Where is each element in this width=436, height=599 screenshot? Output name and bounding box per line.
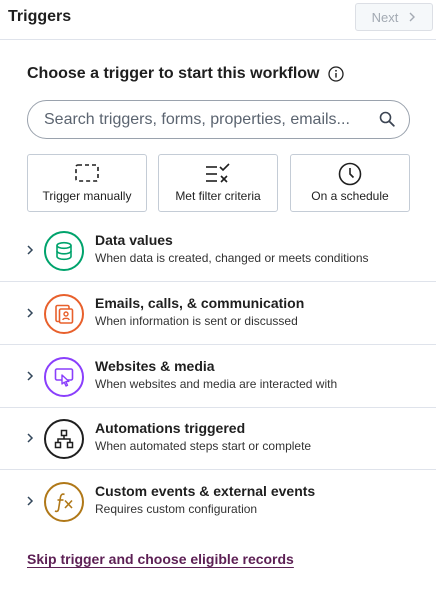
function-icon bbox=[44, 482, 84, 522]
section-heading: Choose a trigger to start this workflow bbox=[27, 65, 345, 83]
category-description: When data is created, changed or meets c… bbox=[95, 251, 369, 265]
category-custom-external-events[interactable]: Custom events & external events Requires… bbox=[0, 471, 436, 533]
chevron-right-icon bbox=[27, 308, 34, 318]
filter-check-icon bbox=[206, 163, 230, 183]
next-button-label: Next bbox=[371, 9, 399, 25]
pointer-click-icon bbox=[44, 357, 84, 397]
category-title: Websites & media bbox=[95, 358, 215, 374]
panel-title: Triggers bbox=[8, 8, 72, 25]
met-filter-criteria-card[interactable]: Met filter criteria bbox=[158, 154, 278, 212]
clock-icon bbox=[338, 162, 362, 186]
category-title: Data values bbox=[95, 232, 173, 248]
category-websites-media[interactable]: Websites & media When websites and media… bbox=[0, 346, 436, 408]
database-icon bbox=[44, 231, 84, 271]
panel-header: Triggers Next bbox=[0, 0, 436, 40]
chevron-right-icon bbox=[27, 245, 34, 255]
chevron-right-icon bbox=[27, 496, 34, 506]
next-button[interactable]: Next bbox=[355, 3, 433, 31]
search-icon[interactable] bbox=[379, 111, 395, 127]
chevron-right-icon bbox=[27, 433, 34, 443]
on-a-schedule-label: On a schedule bbox=[311, 189, 389, 203]
category-title: Emails, calls, & communication bbox=[95, 295, 305, 311]
category-data-values[interactable]: Data values When data is created, change… bbox=[0, 220, 436, 282]
search-field[interactable] bbox=[27, 100, 410, 139]
search-input[interactable] bbox=[44, 109, 364, 131]
category-description: When websites and media are interacted w… bbox=[95, 377, 338, 391]
category-automations-triggered[interactable]: Automations triggered When automated ste… bbox=[0, 408, 436, 470]
category-title: Automations triggered bbox=[95, 420, 246, 436]
workflow-tree-icon bbox=[44, 419, 84, 459]
category-emails-calls-communication[interactable]: Emails, calls, & communication When info… bbox=[0, 283, 436, 345]
trigger-manually-label: Trigger manually bbox=[42, 189, 132, 203]
section-heading-text: Choose a trigger to start this workflow bbox=[27, 65, 320, 82]
category-description: Requires custom configuration bbox=[95, 502, 258, 516]
on-a-schedule-card[interactable]: On a schedule bbox=[290, 154, 410, 212]
chevron-right-icon bbox=[27, 371, 34, 381]
category-description: When information is sent or discussed bbox=[95, 314, 298, 328]
category-title: Custom events & external events bbox=[95, 483, 316, 499]
trigger-manually-card[interactable]: Trigger manually bbox=[27, 154, 147, 212]
contact-card-icon bbox=[44, 294, 84, 334]
info-icon[interactable] bbox=[328, 66, 345, 82]
skip-trigger-link[interactable]: Skip trigger and choose eligible records bbox=[27, 551, 294, 567]
chevron-right-icon bbox=[409, 12, 416, 22]
category-description: When automated steps start or complete bbox=[95, 439, 312, 453]
met-filter-criteria-label: Met filter criteria bbox=[175, 189, 261, 203]
dashed-square-icon bbox=[75, 164, 99, 182]
